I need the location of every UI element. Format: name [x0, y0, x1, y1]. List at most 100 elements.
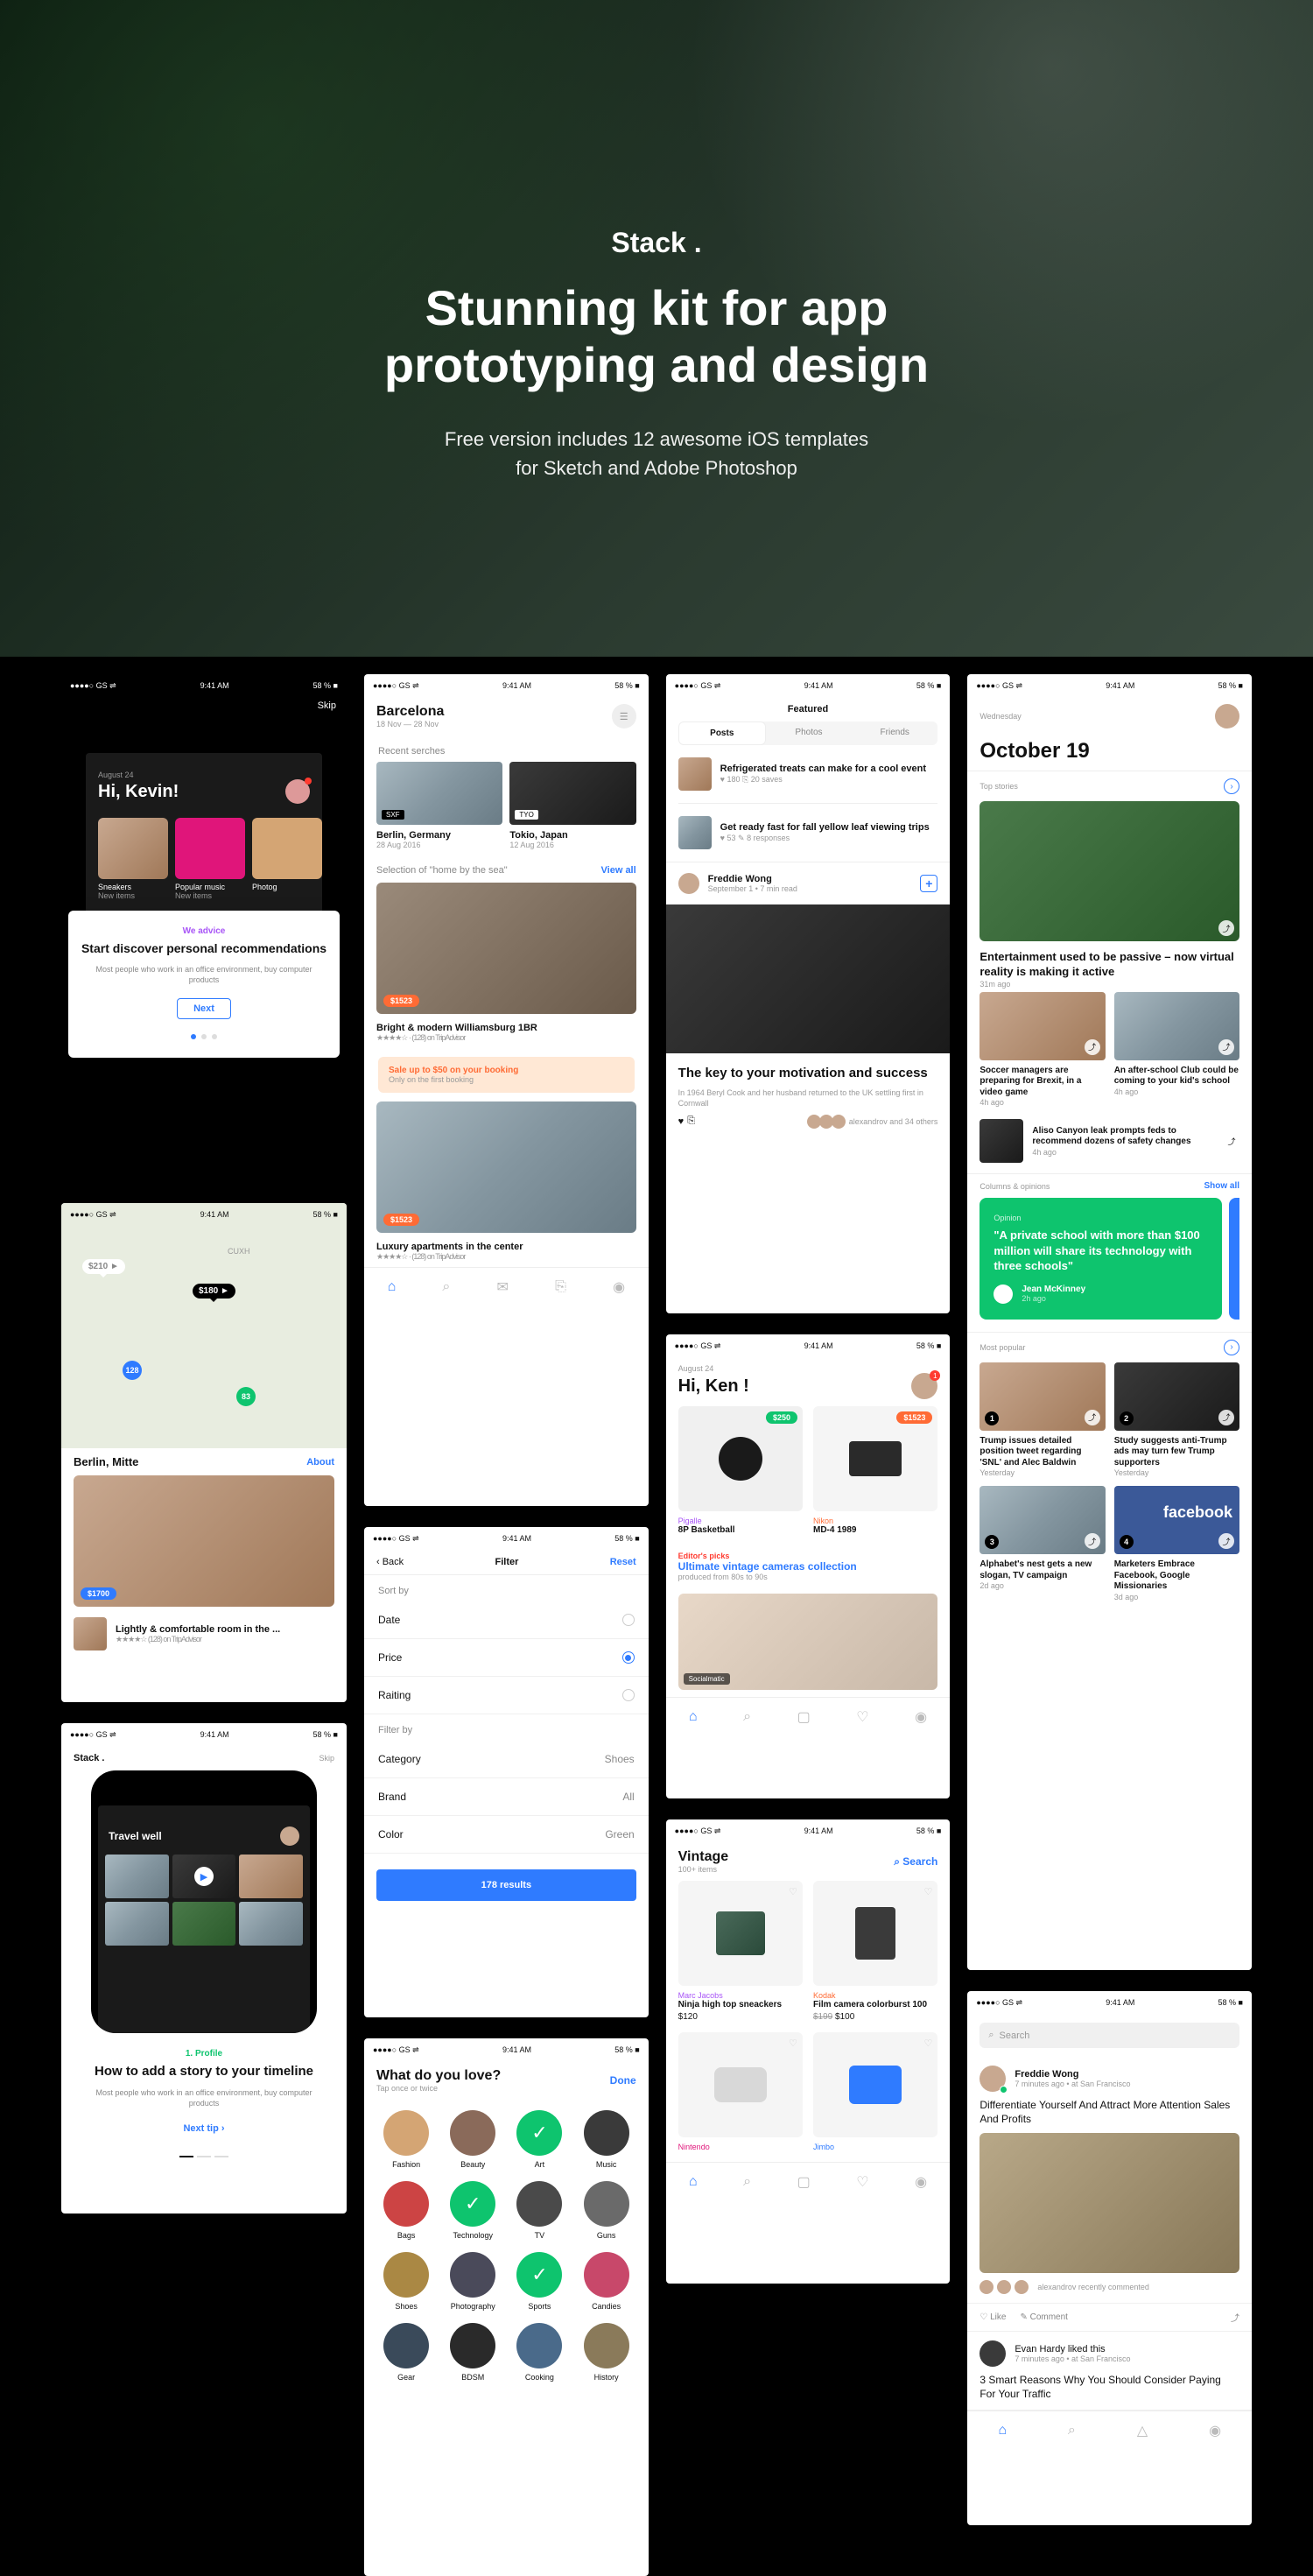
about-link[interactable]: About	[306, 1457, 334, 1467]
sort-price[interactable]: Price	[364, 1639, 649, 1677]
tab-photos[interactable]: Photos	[766, 721, 852, 745]
cat-guns[interactable]: Guns	[577, 2181, 636, 2240]
card-club[interactable]: ⤴An after-school Club could be coming to…	[1114, 992, 1239, 1108]
heart-icon[interactable]: ♡	[923, 1886, 932, 1897]
profile-icon[interactable]: ◉	[915, 2173, 927, 2191]
ed-title[interactable]: Ultimate vintage cameras collection	[678, 1560, 938, 1573]
filt-brand[interactable]: BrandAll	[364, 1778, 649, 1816]
avatar[interactable]: 1	[911, 1373, 937, 1399]
cat-bdsm[interactable]: BDSM	[443, 2323, 502, 2382]
article2[interactable]: Get ready fast for fall yellow leaf view…	[720, 822, 938, 834]
forward-icon[interactable]: ›	[1224, 778, 1239, 794]
cat-gear[interactable]: Gear	[376, 2323, 436, 2382]
reset-link[interactable]: Reset	[610, 1557, 636, 1567]
heart-icon[interactable]: ♥	[678, 1116, 685, 1127]
heart-icon[interactable]: ♡	[856, 1708, 868, 1726]
user2-name[interactable]: Evan Hardy liked this	[1015, 2344, 1130, 2354]
profile-icon[interactable]: ◉	[915, 1708, 927, 1726]
cat-technology[interactable]: ✓Technology	[443, 2181, 502, 2240]
menu-icon[interactable]: ☰	[612, 704, 636, 728]
search-link[interactable]: ⌕ Search	[894, 1855, 937, 1869]
share-icon[interactable]: ⤴	[1224, 1133, 1239, 1149]
like-button[interactable]: ♡ Like	[979, 2312, 1006, 2322]
avatar[interactable]	[1215, 704, 1239, 728]
map[interactable]: $210 ► $180 ► CUXH 128 83	[61, 1203, 347, 1448]
cat-music[interactable]: Music	[577, 2110, 636, 2169]
cat-art[interactable]: ✓Art	[509, 2110, 569, 2169]
share-icon[interactable]: ⤴	[1218, 1039, 1234, 1055]
back-button[interactable]: ‹ Back	[376, 1557, 404, 1567]
filt-cat[interactable]: CategoryShoes	[364, 1741, 649, 1778]
marker-83[interactable]: 83	[236, 1387, 256, 1406]
sort-date[interactable]: Date	[364, 1601, 649, 1639]
marker-180[interactable]: $180 ►	[193, 1284, 235, 1299]
next-tip-link[interactable]: Next tip ›	[82, 2123, 326, 2134]
filt-color[interactable]: ColorGreen	[364, 1816, 649, 1854]
inbox-icon[interactable]: ✉	[497, 1278, 509, 1296]
room-thumb[interactable]	[74, 1617, 107, 1650]
card-soccer[interactable]: ⤴Soccer managers are preparing for Brexi…	[979, 992, 1105, 1108]
marker-128[interactable]: 128	[123, 1361, 142, 1380]
copy-icon[interactable]: ⎘	[555, 1279, 566, 1295]
cat-fashion[interactable]: Fashion	[376, 2110, 436, 2169]
search-input[interactable]: ⌕Search	[979, 2023, 1239, 2048]
results-button[interactable]: 178 results	[376, 1869, 636, 1901]
pop-3[interactable]: 3⤴Alphabet's nest gets a new slogan, TV …	[979, 1486, 1105, 1601]
showall-link[interactable]: Show all	[1204, 1181, 1239, 1191]
prod-basketball[interactable]: $250Pigalle8P Basketball	[678, 1406, 803, 1536]
avatar[interactable]	[285, 779, 310, 804]
dest-tokyo[interactable]: TYOTokio, Japan12 Aug 2016	[509, 762, 635, 849]
room-title[interactable]: Lightly & comfortable room in the ...	[116, 1624, 280, 1635]
share-icon[interactable]: ⤴	[1085, 1039, 1100, 1055]
next-button[interactable]: Next	[177, 998, 231, 1019]
avatar-u2[interactable]	[979, 2340, 1006, 2367]
cat-cooking[interactable]: Cooking	[509, 2323, 569, 2382]
card-aliso[interactable]: Aliso Canyon leak prompts feds to recomm…	[1032, 1126, 1215, 1148]
play-icon[interactable]: ▶	[194, 1867, 214, 1886]
article1[interactable]: Refrigerated treats can make for a cool …	[720, 764, 938, 776]
hero-image[interactable]: ⤴	[979, 801, 1239, 941]
skip-link[interactable]: Skip	[319, 1754, 334, 1763]
search-icon[interactable]: ⌕	[442, 1279, 450, 1295]
promo-banner[interactable]: Sale up to $50 on your booking Only on t…	[378, 1057, 635, 1093]
skip-link[interactable]: Skip	[318, 700, 336, 711]
author-name[interactable]: Freddie Wong	[708, 874, 797, 884]
prod-jimbo[interactable]: ♡Jimbo	[813, 2032, 937, 2151]
prod-nikon[interactable]: $1523NikonMD-4 1989	[813, 1406, 937, 1536]
share-icon[interactable]: ⤴	[1218, 1410, 1234, 1425]
tab-friends[interactable]: Friends	[852, 721, 937, 745]
cat-history[interactable]: History	[577, 2323, 636, 2382]
home-icon[interactable]: ⌂	[388, 1279, 397, 1295]
author-avatar[interactable]	[678, 873, 699, 894]
add-button[interactable]: +	[920, 875, 937, 892]
heart-icon[interactable]: ♡	[923, 2038, 932, 2049]
bag-icon[interactable]: ▢	[797, 2173, 811, 2191]
cat-music[interactable]: Popular music	[175, 883, 245, 891]
big-title[interactable]: The key to your motivation and success	[678, 1066, 938, 1082]
prod-kodak[interactable]: ♡KodakFilm camera colorburst 100$199 $10…	[813, 1881, 937, 2022]
prod-nintendo[interactable]: ♡Nintendo	[678, 2032, 803, 2151]
home-icon[interactable]: ⌂	[998, 2423, 1007, 2439]
thumb-a2[interactable]	[678, 816, 712, 849]
heart-icon[interactable]: ♡	[856, 2173, 868, 2191]
share-icon[interactable]: ⤴	[1085, 1533, 1100, 1549]
bell-icon[interactable]: △	[1137, 2422, 1148, 2439]
cat-photography[interactable]: Photography	[443, 2252, 502, 2311]
headline1[interactable]: Entertainment used to be passive – now v…	[979, 950, 1239, 980]
heart-icon[interactable]: ♡	[789, 1886, 797, 1897]
listing2-title[interactable]: Luxury apartments in the center	[376, 1242, 636, 1252]
marker-210[interactable]: $210 ►	[82, 1259, 125, 1274]
bag-icon[interactable]: ▢	[797, 1708, 811, 1726]
cat-beauty[interactable]: Beauty	[443, 2110, 502, 2169]
cat-sneakers[interactable]: Sneakers	[98, 883, 168, 891]
profile-icon[interactable]: ◉	[613, 1278, 625, 1296]
listing1-title[interactable]: Bright & modern Williamsburg 1BR	[376, 1023, 636, 1033]
share-icon[interactable]: ⤴	[1231, 2311, 1239, 2324]
opinion-card[interactable]: Opinion "A private school with more than…	[979, 1198, 1222, 1320]
search-icon[interactable]: ⌕	[1068, 2423, 1076, 2439]
search-icon[interactable]: ⌕	[743, 2174, 751, 2190]
sort-rating[interactable]: Raiting	[364, 1677, 649, 1714]
cat-tv[interactable]: TV	[509, 2181, 569, 2240]
cat-photo[interactable]: Photog	[252, 883, 322, 891]
cat-sports[interactable]: ✓Sports	[509, 2252, 569, 2311]
